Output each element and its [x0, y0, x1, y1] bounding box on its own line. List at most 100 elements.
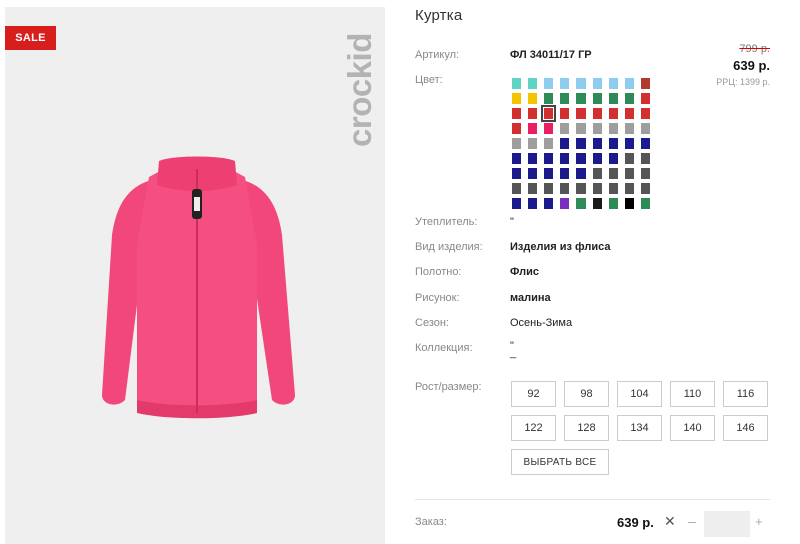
color-swatch[interactable]: [560, 138, 570, 149]
color-swatch[interactable]: [512, 123, 522, 134]
color-swatch[interactable]: [528, 123, 538, 134]
color-swatch[interactable]: [592, 108, 602, 119]
color-swatch[interactable]: [560, 123, 570, 134]
size-label: Рост/размер:: [415, 381, 482, 393]
color-swatch[interactable]: [608, 93, 618, 104]
color-swatch[interactable]: [544, 168, 554, 179]
color-swatch[interactable]: [544, 93, 554, 104]
color-swatch[interactable]: [624, 168, 634, 179]
color-swatch[interactable]: [640, 78, 650, 89]
color-swatch[interactable]: [544, 153, 554, 164]
color-swatch[interactable]: [528, 153, 538, 164]
color-swatch[interactable]: [624, 153, 634, 164]
color-swatch[interactable]: [576, 108, 586, 119]
color-swatch[interactable]: [512, 153, 522, 164]
color-swatch[interactable]: [560, 183, 570, 194]
color-swatch[interactable]: [640, 183, 650, 194]
color-swatch[interactable]: [592, 78, 602, 89]
color-swatch[interactable]: [576, 198, 586, 209]
color-swatch[interactable]: [592, 183, 602, 194]
color-swatch[interactable]: [528, 138, 538, 149]
color-swatch[interactable]: [608, 183, 618, 194]
color-swatch[interactable]: [608, 108, 618, 119]
color-swatch[interactable]: [512, 138, 522, 149]
size-button[interactable]: 128: [564, 415, 609, 441]
color-swatch[interactable]: [560, 93, 570, 104]
color-swatch[interactable]: [528, 168, 538, 179]
color-swatch[interactable]: [608, 78, 618, 89]
size-button[interactable]: 134: [617, 415, 662, 441]
size-button[interactable]: 110: [670, 381, 715, 407]
color-swatch[interactable]: [512, 93, 522, 104]
color-swatch[interactable]: [592, 138, 602, 149]
color-swatch[interactable]: [576, 168, 586, 179]
color-swatch[interactable]: [624, 123, 634, 134]
color-swatch[interactable]: [608, 123, 618, 134]
size-button[interactable]: 104: [617, 381, 662, 407]
color-swatch[interactable]: [592, 93, 602, 104]
type-label: Вид изделия:: [415, 241, 483, 253]
color-swatch[interactable]: [624, 93, 634, 104]
color-swatch[interactable]: [544, 78, 554, 89]
color-swatch[interactable]: [608, 198, 618, 209]
color-swatch[interactable]: [592, 198, 602, 209]
color-swatch[interactable]: [560, 168, 570, 179]
color-swatch[interactable]: [640, 93, 650, 104]
color-swatch[interactable]: [528, 78, 538, 89]
color-swatch[interactable]: [544, 138, 554, 149]
color-swatch[interactable]: [528, 93, 538, 104]
color-swatch[interactable]: [541, 105, 557, 122]
color-swatch[interactable]: [512, 78, 522, 89]
color-swatch[interactable]: [624, 108, 634, 119]
color-swatch[interactable]: [592, 153, 602, 164]
color-swatch[interactable]: [640, 108, 650, 119]
size-button[interactable]: 92: [511, 381, 556, 407]
size-button[interactable]: 146: [723, 415, 768, 441]
color-swatch[interactable]: [592, 123, 602, 134]
color-swatch[interactable]: [528, 198, 538, 209]
color-swatch[interactable]: [624, 138, 634, 149]
color-swatch[interactable]: [640, 123, 650, 134]
quantity-input[interactable]: [704, 511, 750, 537]
size-button[interactable]: 122: [511, 415, 556, 441]
decrease-quantity-button[interactable]: –: [688, 513, 696, 529]
color-swatch[interactable]: [592, 168, 602, 179]
color-swatch[interactable]: [560, 108, 570, 119]
color-swatch[interactable]: [576, 153, 586, 164]
color-swatch[interactable]: [608, 153, 618, 164]
color-swatch[interactable]: [512, 183, 522, 194]
color-swatch[interactable]: [624, 183, 634, 194]
color-swatch[interactable]: [544, 183, 554, 194]
color-swatch[interactable]: [624, 198, 634, 209]
clear-order-icon[interactable]: ✕: [664, 513, 676, 530]
color-swatch[interactable]: [640, 138, 650, 149]
color-swatch[interactable]: [640, 153, 650, 164]
color-swatch[interactable]: [576, 123, 586, 134]
increase-quantity-button[interactable]: +: [755, 514, 763, 529]
color-swatch[interactable]: [640, 198, 650, 209]
size-button[interactable]: 116: [723, 381, 768, 407]
color-swatch[interactable]: [624, 78, 634, 89]
size-button[interactable]: 98: [564, 381, 609, 407]
color-swatch[interactable]: [512, 108, 522, 119]
color-swatch[interactable]: [560, 78, 570, 89]
color-swatch[interactable]: [576, 78, 586, 89]
color-swatch[interactable]: [528, 183, 538, 194]
color-swatch[interactable]: [544, 198, 554, 209]
size-selector: 92 98 104 110 116 122 128 134 140 146 ВЫБРАТЬ ВС…: [511, 381, 769, 475]
product-image[interactable]: [97, 155, 297, 425]
size-button[interactable]: 140: [670, 415, 715, 441]
color-swatch[interactable]: [512, 168, 522, 179]
color-swatch[interactable]: [576, 93, 586, 104]
color-swatch[interactable]: [640, 168, 650, 179]
color-swatch[interactable]: [528, 108, 538, 119]
color-swatch[interactable]: [576, 183, 586, 194]
color-swatch[interactable]: [560, 153, 570, 164]
color-swatch[interactable]: [512, 198, 522, 209]
color-swatch[interactable]: [608, 168, 618, 179]
color-swatch[interactable]: [576, 138, 586, 149]
select-all-sizes-button[interactable]: ВЫБРАТЬ ВСЕ: [511, 449, 609, 475]
color-swatch[interactable]: [608, 138, 618, 149]
color-swatch[interactable]: [544, 123, 554, 134]
color-swatch[interactable]: [560, 198, 570, 209]
